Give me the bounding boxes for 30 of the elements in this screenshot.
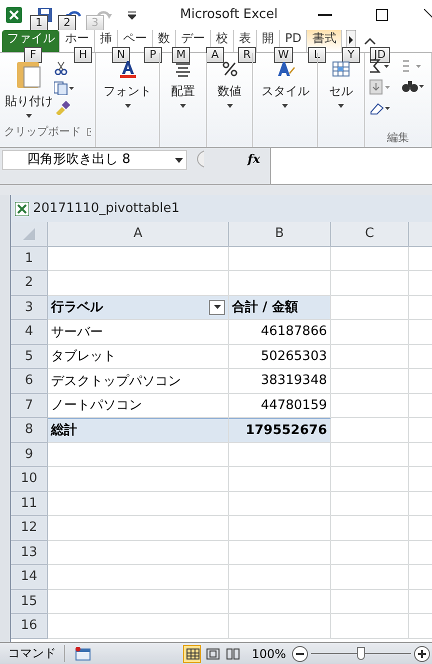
- keytip-tooltip: P: [144, 47, 162, 63]
- keytip-tooltip: JD: [370, 47, 390, 63]
- row-label: 総計: [51, 422, 77, 440]
- keytip-tooltip: M: [172, 47, 190, 63]
- group-label: クリップボード: [4, 124, 81, 139]
- keytip-tooltip: F: [24, 47, 42, 63]
- keytip-tooltip: H: [74, 47, 92, 63]
- value-text: 46187866: [260, 324, 327, 340]
- keytip-tooltip: R: [238, 47, 256, 63]
- group-label: 編集: [387, 130, 410, 145]
- value-text: 44780159: [260, 398, 327, 413]
- row-label: 行ラベル: [51, 299, 103, 316]
- value-text: 179552676: [246, 422, 327, 438]
- row-label: デスクトップパソコン: [51, 372, 181, 390]
- row-label: ノートパソコン: [51, 397, 142, 414]
- value-text: 50265303: [260, 348, 327, 364]
- keytip-tooltip: Y: [342, 47, 360, 63]
- keytip-tooltip: A: [206, 47, 224, 63]
- column-label: 合計 / 金額: [232, 298, 298, 316]
- keytip-tooltip: 3: [86, 15, 104, 31]
- status-mode: コマンド: [0, 645, 65, 662]
- window-title: Microsoft Excel: [180, 7, 278, 22]
- keytip-tooltip: 1: [30, 15, 48, 31]
- row-label: サーバー: [51, 324, 103, 341]
- keytip-tooltip: 2: [58, 15, 76, 31]
- keytip-tooltip: W: [274, 47, 293, 63]
- row-label: タブレット: [51, 348, 116, 366]
- value-text: 38319348: [260, 373, 327, 388]
- keytip-tooltip: N: [112, 47, 130, 63]
- workbook-title: 20171110_pivottable1: [33, 201, 180, 216]
